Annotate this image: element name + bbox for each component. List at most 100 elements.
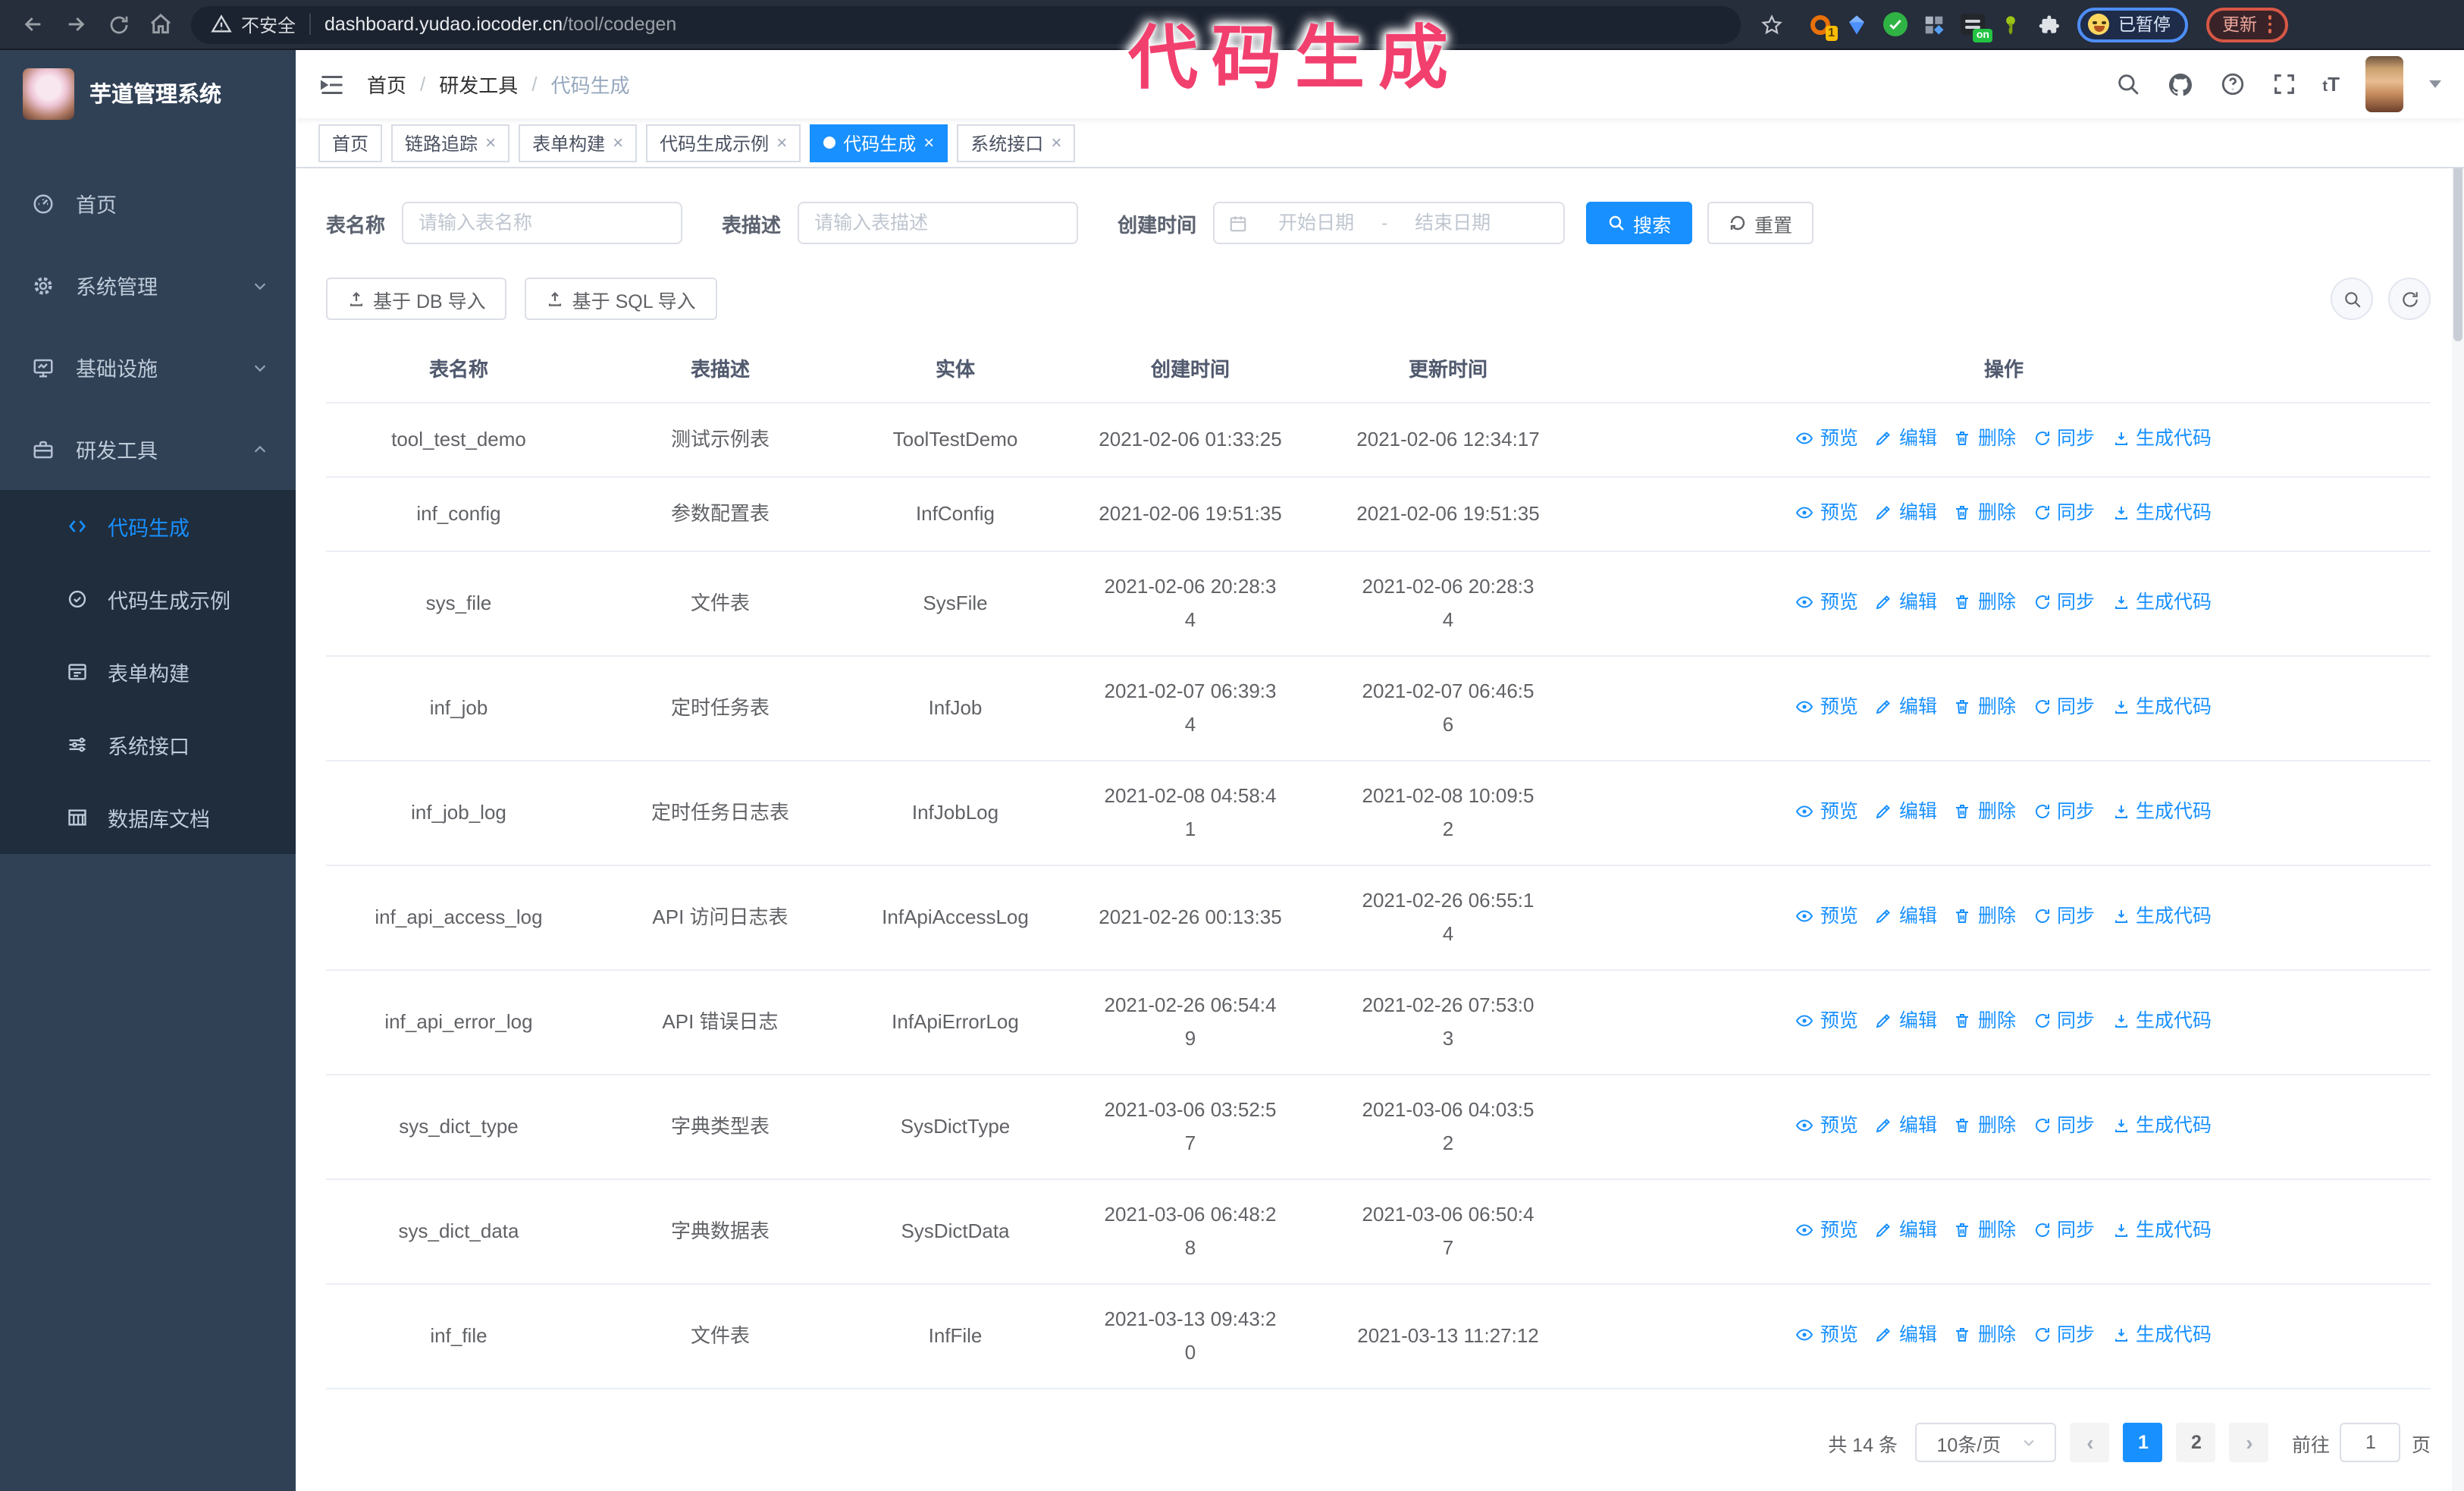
sidebar-item-infra[interactable]: 基础设施: [0, 326, 296, 408]
action-delete-link[interactable]: 删除: [1954, 422, 2016, 455]
action-generate-link[interactable]: 生成代码: [2111, 899, 2212, 933]
reset-button[interactable]: 重置: [1707, 202, 1814, 244]
action-sync-link[interactable]: 同步: [2033, 585, 2095, 619]
action-edit-link[interactable]: 编辑: [1875, 690, 1937, 724]
action-edit-link[interactable]: 编辑: [1875, 1004, 1937, 1037]
not-secure-warning[interactable]: 不安全: [211, 11, 296, 37]
extensions-puzzle-icon[interactable]: [2036, 13, 2059, 36]
action-sync-link[interactable]: 同步: [2033, 1318, 2095, 1351]
sidebar-fold-icon[interactable]: [318, 71, 346, 98]
hide-search-button[interactable]: [2331, 278, 2373, 320]
action-delete-link[interactable]: 删除: [1954, 585, 2016, 619]
date-range-picker[interactable]: -: [1213, 202, 1566, 244]
extension-check-icon[interactable]: [1883, 12, 1908, 36]
sidebar-item-system-api[interactable]: 系统接口: [0, 708, 296, 781]
action-preview-link[interactable]: 预览: [1796, 585, 1858, 619]
action-delete-link[interactable]: 删除: [1954, 496, 2016, 529]
action-sync-link[interactable]: 同步: [2033, 690, 2095, 724]
import-sql-button[interactable]: 基于 SQL 导入: [525, 278, 717, 320]
address-bar[interactable]: 不安全 dashboard.yudao.iocoder.cn/tool/code…: [191, 5, 1741, 43]
action-preview-link[interactable]: 预览: [1796, 496, 1858, 529]
table-name-input[interactable]: [402, 202, 683, 244]
tab-form-builder[interactable]: 表单构建 ×: [519, 124, 638, 162]
goto-page-input[interactable]: [2340, 1423, 2401, 1462]
browser-update-button[interactable]: 更新: [2205, 7, 2288, 42]
extension-gem-icon[interactable]: [1845, 13, 1868, 36]
action-edit-link[interactable]: 编辑: [1875, 1318, 1937, 1351]
action-edit-link[interactable]: 编辑: [1875, 795, 1937, 828]
action-generate-link[interactable]: 生成代码: [2111, 1109, 2212, 1142]
action-edit-link[interactable]: 编辑: [1875, 496, 1937, 529]
next-page-button[interactable]: ›: [2229, 1423, 2269, 1462]
reload-icon[interactable]: [100, 6, 136, 42]
action-preview-link[interactable]: 预览: [1796, 795, 1858, 828]
action-delete-link[interactable]: 删除: [1954, 1213, 2016, 1247]
sidebar-item-form-builder[interactable]: 表单构建: [0, 636, 296, 708]
action-delete-link[interactable]: 删除: [1954, 690, 2016, 724]
tab-close-icon[interactable]: ×: [485, 133, 496, 152]
tab-close-icon[interactable]: ×: [923, 133, 934, 152]
action-generate-link[interactable]: 生成代码: [2111, 496, 2212, 529]
breadcrumb-devtools[interactable]: 研发工具: [439, 70, 518, 99]
action-generate-link[interactable]: 生成代码: [2111, 690, 2212, 724]
action-delete-link[interactable]: 删除: [1954, 1318, 2016, 1351]
sidebar-item-home[interactable]: 首页: [0, 162, 296, 244]
sidebar-item-codegen-example[interactable]: 代码生成示例: [0, 563, 296, 636]
import-db-button[interactable]: 基于 DB 导入: [326, 278, 507, 320]
profile-paused-pill[interactable]: 已暂停: [2077, 7, 2187, 42]
forward-icon[interactable]: [58, 6, 94, 42]
scrollbar[interactable]: [2452, 50, 2464, 1491]
action-generate-link[interactable]: 生成代码: [2111, 1004, 2212, 1037]
date-end-input[interactable]: [1393, 212, 1513, 234]
sidebar-item-devtools[interactable]: 研发工具: [0, 408, 296, 490]
github-icon[interactable]: [2166, 71, 2193, 98]
browser-menu-icon[interactable]: [2268, 15, 2271, 33]
extension-key-icon[interactable]: [2000, 13, 2021, 36]
tab-home[interactable]: 首页: [318, 124, 383, 162]
tab-close-icon[interactable]: ×: [776, 133, 787, 152]
action-edit-link[interactable]: 编辑: [1875, 1213, 1937, 1247]
table-desc-input[interactable]: [798, 202, 1079, 244]
tab-codegen-example[interactable]: 代码生成示例 ×: [646, 124, 801, 162]
action-sync-link[interactable]: 同步: [2033, 1213, 2095, 1247]
action-generate-link[interactable]: 生成代码: [2111, 1213, 2212, 1247]
search-button[interactable]: 搜索: [1586, 202, 1693, 244]
action-preview-link[interactable]: 预览: [1796, 899, 1858, 933]
action-delete-link[interactable]: 删除: [1954, 795, 2016, 828]
page-button-2[interactable]: 2: [2176, 1423, 2216, 1462]
action-generate-link[interactable]: 生成代码: [2111, 585, 2212, 619]
action-delete-link[interactable]: 删除: [1954, 899, 2016, 933]
tab-system-api[interactable]: 系统接口 ×: [957, 124, 1076, 162]
action-sync-link[interactable]: 同步: [2033, 795, 2095, 828]
extension-grid-icon[interactable]: [1923, 13, 1945, 36]
help-icon[interactable]: [2219, 71, 2245, 97]
action-preview-link[interactable]: 预览: [1796, 1109, 1858, 1142]
tab-close-icon[interactable]: ×: [1051, 133, 1061, 152]
caret-down-icon[interactable]: [2429, 80, 2441, 88]
date-start-input[interactable]: [1257, 212, 1376, 234]
sidebar-item-system[interactable]: 系统管理: [0, 244, 296, 326]
action-sync-link[interactable]: 同步: [2033, 1109, 2095, 1142]
action-delete-link[interactable]: 删除: [1954, 1004, 2016, 1037]
prev-page-button[interactable]: ‹: [2070, 1423, 2110, 1462]
sidebar-logo-row[interactable]: 芋道管理系统: [0, 50, 296, 137]
search-icon[interactable]: [2114, 71, 2140, 97]
action-sync-link[interactable]: 同步: [2033, 422, 2095, 455]
action-sync-link[interactable]: 同步: [2033, 496, 2095, 529]
sidebar-item-db-doc[interactable]: 数据库文档: [0, 781, 296, 854]
tab-codegen[interactable]: 代码生成 ×: [810, 124, 948, 162]
home-icon[interactable]: [143, 6, 179, 42]
action-edit-link[interactable]: 编辑: [1875, 585, 1937, 619]
refresh-table-button[interactable]: [2388, 278, 2431, 320]
extension-orange-icon[interactable]: 1: [1810, 14, 1838, 40]
action-preview-link[interactable]: 预览: [1796, 1318, 1858, 1351]
scrollbar-thumb[interactable]: [2453, 144, 2462, 341]
bookmark-star-icon[interactable]: [1753, 6, 1789, 42]
page-size-select[interactable]: 10条/页: [1915, 1423, 2057, 1462]
action-generate-link[interactable]: 生成代码: [2111, 422, 2212, 455]
back-icon[interactable]: [15, 6, 52, 42]
tab-close-icon[interactable]: ×: [613, 133, 623, 152]
action-sync-link[interactable]: 同步: [2033, 899, 2095, 933]
breadcrumb-home[interactable]: 首页: [367, 70, 406, 99]
action-preview-link[interactable]: 预览: [1796, 1213, 1858, 1247]
